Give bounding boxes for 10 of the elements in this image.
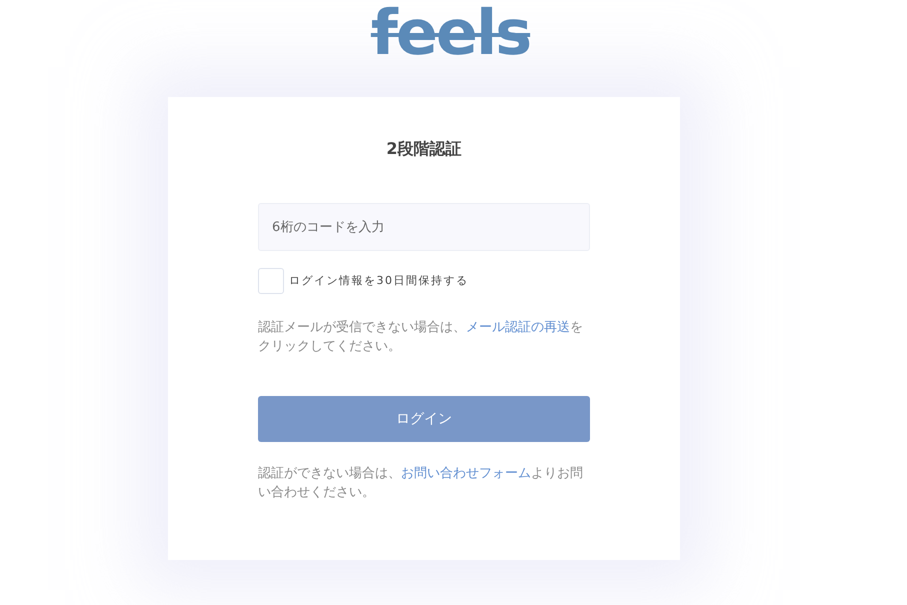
contact-notice: 認証ができない場合は、お問い合わせフォームよりお問い合わせください。 xyxy=(258,465,584,502)
card-title: 2段階認証 xyxy=(385,139,463,158)
resend-notice: 認証メールが受信できない場合は、メール認証の再送をクリックしてください。 xyxy=(258,319,584,356)
resend-link[interactable]: メール認証の再送 xyxy=(466,320,570,336)
remember-checkbox[interactable] xyxy=(258,268,284,294)
contact-form-link[interactable]: お問い合わせフォーム xyxy=(401,466,531,482)
logo: feels xyxy=(370,2,530,71)
remember-label[interactable]: ログイン情報を30日間保持する xyxy=(289,272,468,290)
code-input-field[interactable]: 6桁のコードを入力 xyxy=(258,203,590,252)
login-button[interactable]: ログイン xyxy=(258,396,590,442)
